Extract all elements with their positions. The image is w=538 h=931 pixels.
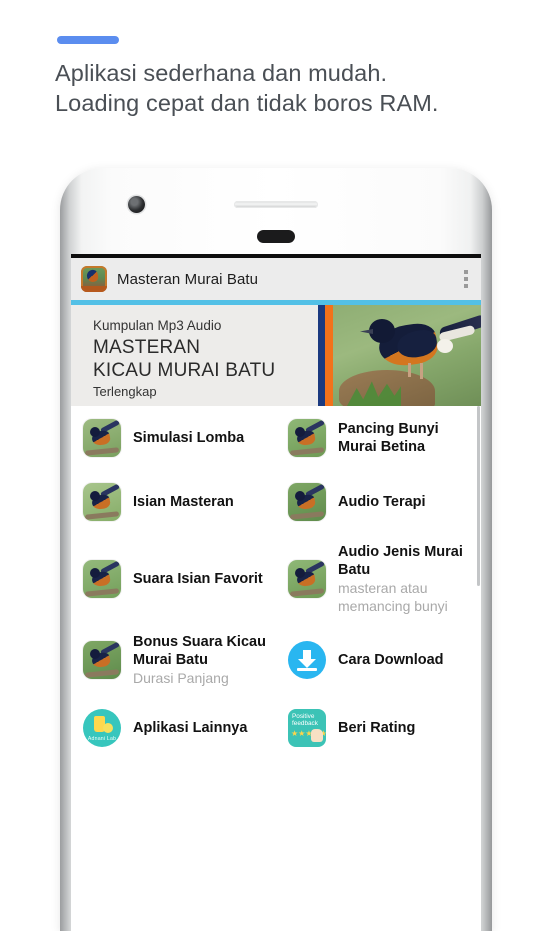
- scrollbar[interactable]: [477, 406, 480, 586]
- menu-item-title: Bonus Suara Kicau Murai Batu: [133, 634, 266, 668]
- accent-bar: [57, 36, 119, 44]
- front-camera-icon: [128, 196, 145, 213]
- overflow-menu-icon[interactable]: [464, 270, 468, 288]
- banner-subtitle: Terlengkap: [93, 384, 157, 399]
- menu-item-subtitle: Durasi Panjang: [133, 670, 229, 686]
- promo-banner: Kumpulan Mp3 Audio MASTERAN KICAU MURAI …: [71, 305, 481, 406]
- menu-item-bonus-suara-kicau-murai-batu[interactable]: Bonus Suara Kicau Murai Batu Durasi Panj…: [71, 624, 276, 696]
- menu-item-aplikasi-lainnya[interactable]: Adnani Lab Aplikasi Lainnya: [71, 696, 276, 760]
- banner-title: MASTERAN KICAU MURAI BATU: [93, 337, 276, 381]
- bird-thumbnail-icon: [83, 419, 121, 457]
- menu-item-title: Aplikasi Lainnya: [133, 720, 248, 736]
- menu-row: Suara Isian Favorit Audio Jenis Murai Ba…: [71, 534, 481, 624]
- menu-item-subtitle: masteran atau memancing bunyi: [338, 580, 448, 614]
- positive-feedback-icon: Positive feedback ★★★★★: [288, 709, 326, 747]
- menu-item-audio-jenis-murai-batu[interactable]: Audio Jenis Murai Batu masteran atau mem…: [276, 534, 481, 624]
- menu-row: Simulasi Lomba Pancing Bunyi Murai Betin…: [71, 406, 481, 470]
- menu-row: Bonus Suara Kicau Murai Batu Durasi Panj…: [71, 624, 481, 696]
- menu-item-title: Simulasi Lomba: [133, 430, 245, 446]
- phone-screen: Masteran Murai Batu Kumpulan Mp3 Audio M…: [71, 254, 481, 931]
- app-logo-icon: [81, 266, 107, 292]
- menu-item-title: Beri Rating: [338, 720, 416, 736]
- banner-divider-bars: [318, 305, 333, 406]
- phone-mockup: Masteran Murai Batu Kumpulan Mp3 Audio M…: [60, 168, 492, 931]
- menu-row: Isian Masteran Audio Terapi: [71, 470, 481, 534]
- menu-item-simulasi-lomba[interactable]: Simulasi Lomba: [71, 406, 276, 470]
- download-icon: [288, 641, 326, 679]
- menu-item-title: Cara Download: [338, 652, 444, 668]
- menu-row: Adnani Lab Aplikasi Lainnya Positive fee…: [71, 696, 481, 760]
- menu-item-title: Isian Masteran: [133, 494, 234, 510]
- menu-item-isian-masteran[interactable]: Isian Masteran: [71, 470, 276, 534]
- rating-badge-text: Positive feedback: [292, 713, 318, 728]
- app-bar: Masteran Murai Batu: [71, 258, 481, 300]
- bird-thumbnail-icon: [288, 560, 326, 598]
- murai-batu-bird-photo-icon: [333, 305, 481, 406]
- adnani-lab-logo-icon: Adnani Lab: [83, 709, 121, 747]
- app-bar-title: Masteran Murai Batu: [117, 270, 259, 288]
- page-headline: Aplikasi sederhana dan mudah. Loading ce…: [55, 60, 439, 116]
- bird-thumbnail-icon: [288, 419, 326, 457]
- bird-thumbnail-icon: [83, 560, 121, 598]
- banner-eyebrow: Kumpulan Mp3 Audio: [93, 318, 222, 333]
- menu-item-suara-isian-favorit[interactable]: Suara Isian Favorit: [71, 534, 276, 624]
- banner-text-block: Kumpulan Mp3 Audio MASTERAN KICAU MURAI …: [71, 305, 318, 406]
- menu-item-title: Suara Isian Favorit: [133, 571, 263, 587]
- lab-logo-text: Adnani Lab: [87, 736, 117, 742]
- menu-item-audio-terapi[interactable]: Audio Terapi: [276, 470, 481, 534]
- bird-thumbnail-icon: [288, 483, 326, 521]
- bird-thumbnail-icon: [83, 483, 121, 521]
- phone-top-bezel: [60, 168, 492, 243]
- earpiece-speaker-icon: [234, 201, 318, 208]
- menu-item-title: Audio Terapi: [338, 494, 426, 510]
- menu-list: Simulasi Lomba Pancing Bunyi Murai Betin…: [71, 406, 481, 760]
- menu-item-beri-rating[interactable]: Positive feedback ★★★★★ Beri Rating: [276, 696, 481, 760]
- menu-item-title: Audio Jenis Murai Batu: [338, 544, 463, 578]
- menu-item-cara-download[interactable]: Cara Download: [276, 624, 481, 696]
- menu-item-title: Pancing Bunyi Murai Betina: [338, 421, 439, 455]
- bird-thumbnail-icon: [83, 641, 121, 679]
- hand-cursor-icon: [311, 729, 323, 742]
- menu-item-pancing-bunyi-murai-betina[interactable]: Pancing Bunyi Murai Betina: [276, 406, 481, 470]
- page-root: Aplikasi sederhana dan mudah. Loading ce…: [0, 0, 538, 931]
- proximity-sensor-icon: [257, 230, 295, 243]
